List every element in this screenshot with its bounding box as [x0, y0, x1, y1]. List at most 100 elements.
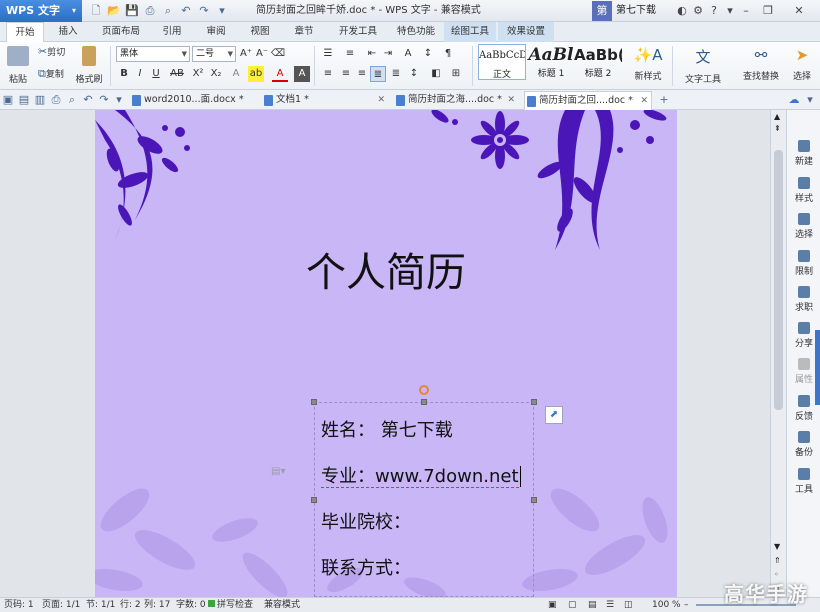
full-screen-icon[interactable]: ▢	[568, 598, 577, 612]
zoom-out-icon[interactable]: –	[684, 598, 689, 612]
page-title[interactable]: 个人简历	[95, 240, 677, 298]
tab-home[interactable]: 开始	[6, 22, 44, 43]
contact-field[interactable]: 联系方式：	[321, 554, 411, 580]
close-icon[interactable]: ✕	[507, 91, 515, 109]
sidebar-item-job[interactable]: 求职	[787, 286, 820, 313]
status-section[interactable]: 节: 1/1	[86, 598, 115, 612]
document-page[interactable]: 个人简历 ⬈ ▤▾ 姓名： 第七下载 专业：www.7down.net​ 毕业院…	[95, 110, 677, 597]
status-row[interactable]: 行: 2	[120, 598, 141, 612]
justify-icon[interactable]: ≣	[370, 66, 386, 82]
undo-icon[interactable]: ↶	[178, 3, 194, 19]
app-menu-button[interactable]: WPS 文字 ▾	[0, 0, 82, 22]
style-normal[interactable]: AaBbCcD 正文	[478, 44, 526, 80]
tab-view[interactable]: 视图	[242, 22, 278, 42]
doc-tab-active[interactable]: 简历封面之回....doc * ✕	[524, 91, 652, 110]
close-icon[interactable]: ✕	[377, 91, 385, 109]
resize-handle[interactable]	[421, 399, 427, 405]
line-spacing-icon[interactable]: ↕	[406, 66, 422, 82]
document-workspace[interactable]: 个人简历 ⬈ ▤▾ 姓名： 第七下载 专业：www.7down.net​ 毕业院…	[0, 110, 770, 597]
find-replace-button[interactable]: ⚯ 查找替换	[738, 46, 784, 82]
view-mode-icon[interactable]: ▣	[548, 598, 557, 612]
align-center-icon[interactable]: ≡	[338, 66, 354, 82]
font-color-icon[interactable]: A	[272, 66, 288, 82]
status-page-code[interactable]: 页码: 1	[4, 598, 34, 612]
subscript-icon[interactable]: X₂	[208, 66, 224, 82]
new-file-icon[interactable]: 🗋	[88, 3, 104, 19]
status-col[interactable]: 列: 17	[144, 598, 170, 612]
strikethrough-icon[interactable]: AB	[168, 66, 186, 82]
text-effect-icon[interactable]: A	[228, 66, 244, 82]
minimize-icon[interactable]: –	[738, 0, 754, 22]
print-icon[interactable]: ⎙	[50, 92, 62, 108]
open-folder-icon[interactable]: ▣	[2, 92, 14, 108]
tab-effect-settings[interactable]: 效果设置	[498, 22, 554, 42]
align-right-icon[interactable]: ≡	[354, 66, 370, 82]
tab-references[interactable]: 引用	[154, 22, 190, 42]
export-pdf-icon[interactable]: ▥	[34, 92, 46, 108]
settings-icon[interactable]: ⚙	[690, 0, 706, 22]
sidebar-item-new[interactable]: 新建	[787, 140, 820, 167]
close-icon[interactable]: ✕	[784, 0, 814, 22]
tab-special-features[interactable]: 特色功能	[390, 22, 442, 42]
tab-section[interactable]: 章节	[286, 22, 322, 42]
distribute-icon[interactable]: ≣	[388, 66, 404, 82]
chevron-down-icon[interactable]: ▾	[802, 92, 818, 108]
decrease-indent-icon[interactable]: ⇤	[364, 46, 380, 62]
outline-view-icon[interactable]: ☰	[606, 598, 614, 612]
show-marks-icon[interactable]: ¶	[440, 46, 456, 62]
vertical-scrollbar[interactable]: ▲ ⇞ ▼ ⇑ ◦ ⇓	[770, 110, 786, 597]
scroll-down-icon[interactable]: ▼	[774, 542, 780, 551]
avatar[interactable]: 第	[592, 1, 612, 21]
align-left-icon[interactable]: ≡	[320, 66, 336, 82]
tab-page-layout[interactable]: 页面布局	[96, 22, 146, 42]
shrink-font-icon[interactable]: A⁻	[254, 46, 270, 62]
open-folder-icon[interactable]: 📂	[106, 3, 122, 19]
style-heading-2[interactable]: AaBb( 标题 2	[574, 44, 622, 80]
page-view-icon[interactable]: ▤	[588, 598, 597, 612]
grow-font-icon[interactable]: A⁺	[238, 46, 254, 62]
page-up-icon[interactable]: ⇞	[774, 124, 781, 133]
resize-handle[interactable]	[311, 399, 317, 405]
scrollbar-thumb[interactable]	[774, 150, 783, 410]
preview-icon[interactable]: ⌕	[66, 92, 78, 108]
tab-insert[interactable]: 插入	[50, 22, 86, 42]
user-name[interactable]: 第七下载	[616, 0, 656, 22]
name-field[interactable]: 姓名： 第七下载	[321, 416, 453, 442]
web-view-icon[interactable]: ◫	[624, 598, 633, 612]
sidebar-item-tools[interactable]: 工具	[787, 468, 820, 495]
redo-icon[interactable]: ↷	[98, 92, 110, 108]
redo-icon[interactable]: ↷	[196, 3, 212, 19]
shading-icon[interactable]: ◧	[428, 66, 444, 82]
skin-icon[interactable]: ◐	[674, 0, 690, 22]
restore-icon[interactable]: ❐	[760, 0, 776, 22]
save-icon[interactable]: ▤	[18, 92, 30, 108]
clear-format-icon[interactable]: ⌫	[270, 46, 286, 62]
border-icon[interactable]: ⊞	[448, 66, 464, 82]
chinese-layout-icon[interactable]: A	[400, 46, 416, 62]
doc-tab[interactable]: 简历封面之海....doc * ✕	[394, 91, 518, 110]
sidebar-item-styles[interactable]: 样式	[787, 177, 820, 204]
paste-options-icon[interactable]: ▤▾	[271, 466, 285, 477]
customize-chevron-icon[interactable]: ▾	[214, 3, 230, 19]
paste-button[interactable]: 粘贴	[4, 46, 32, 85]
sidebar-collapse-handle[interactable]	[815, 330, 820, 405]
resize-handle[interactable]	[311, 497, 317, 503]
superscript-icon[interactable]: X²	[190, 66, 206, 82]
rotate-handle-icon[interactable]	[419, 385, 429, 395]
help-icon[interactable]: ?	[706, 0, 722, 22]
char-shading-icon[interactable]: A	[294, 66, 310, 82]
doc-tab[interactable]: 文档1 * ✕	[262, 91, 388, 110]
tab-review[interactable]: 审阅	[198, 22, 234, 42]
prev-page-icon[interactable]: ⇑	[774, 556, 781, 565]
text-tools-button[interactable]: 文 文字工具	[680, 46, 726, 85]
status-words[interactable]: 字数: 0	[176, 598, 206, 612]
sidebar-item-restrict[interactable]: 限制	[787, 250, 820, 277]
print-preview-icon[interactable]: ⌕	[160, 3, 176, 19]
format-painter-button[interactable]: 格式刷	[74, 46, 104, 85]
zoom-level[interactable]: 100 %	[652, 598, 681, 612]
cloud-icon[interactable]: ☁	[786, 92, 802, 108]
print-icon[interactable]: ⎙	[142, 3, 158, 19]
highlight-icon[interactable]: ab	[248, 66, 264, 82]
scroll-up-icon[interactable]: ▲	[774, 112, 780, 121]
resize-handle[interactable]	[531, 399, 537, 405]
